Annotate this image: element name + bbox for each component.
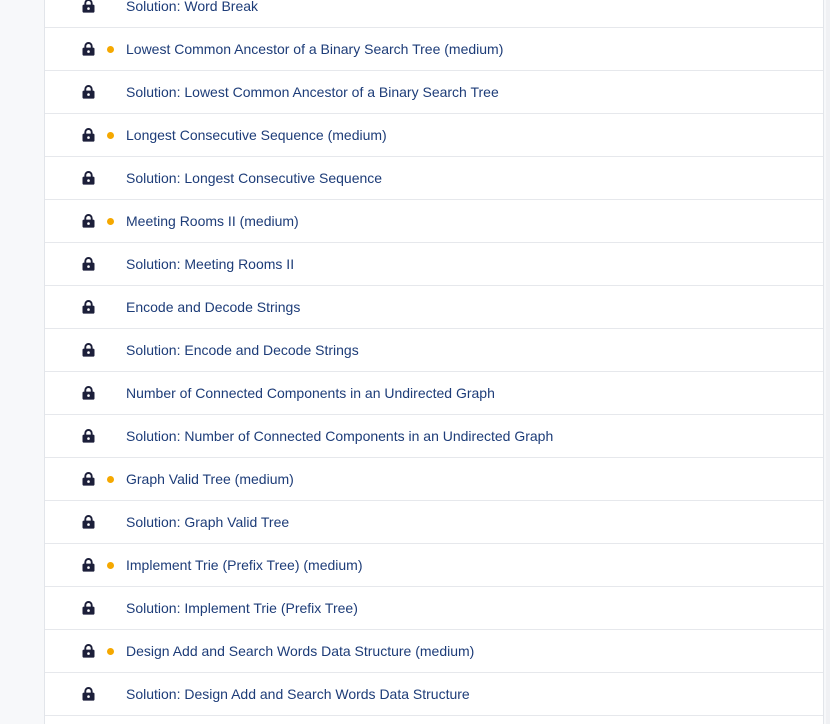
medium-difficulty-dot-icon (107, 132, 114, 139)
lesson-row[interactable]: Solution: Graph Valid Tree (45, 501, 823, 544)
lesson-row[interactable]: Encode and Decode Strings (45, 286, 823, 329)
lesson-row[interactable]: Solution: Lowest Common Ancestor of a Bi… (45, 71, 823, 114)
lesson-title-link[interactable]: Solution: Implement Trie (Prefix Tree) (126, 587, 358, 629)
lesson-row[interactable]: Solution: Encode and Decode Strings (45, 329, 823, 372)
lock-icon (82, 429, 95, 443)
lesson-row[interactable]: Solution: Word Break (45, 0, 823, 28)
lesson-title-link[interactable]: Meeting Rooms II (medium) (126, 200, 299, 242)
lesson-row[interactable]: Solution: Longest Consecutive Sequence (45, 157, 823, 200)
lesson-title-link[interactable]: Lowest Common Ancestor of a Binary Searc… (126, 28, 503, 70)
lock-icon (82, 42, 95, 56)
lock-icon (82, 601, 95, 615)
lock-icon (82, 343, 95, 357)
medium-difficulty-dot-icon (107, 562, 114, 569)
lesson-title-link[interactable]: Solution: Design Add and Search Words Da… (126, 673, 470, 715)
lesson-title-link[interactable]: Longest Consecutive Sequence (medium) (126, 114, 387, 156)
lesson-row[interactable]: Solution: Meeting Rooms II (45, 243, 823, 286)
lesson-title-link[interactable]: Solution: Number of Connected Components… (126, 415, 553, 457)
lesson-title-link[interactable]: Number of Connected Components in an Und… (126, 372, 495, 414)
lesson-title-link[interactable]: Solution: Word Break (126, 0, 258, 27)
lesson-title-link[interactable]: Solution: Lowest Common Ancestor of a Bi… (126, 71, 499, 113)
lesson-title-link[interactable]: Implement Trie (Prefix Tree) (medium) (126, 544, 363, 586)
lock-icon (82, 85, 95, 99)
lesson-row[interactable]: Design Add and Search Words Data Structu… (45, 630, 823, 673)
lesson-row[interactable]: Solution: Number of Connected Components… (45, 415, 823, 458)
lesson-row[interactable]: Lowest Common Ancestor of a Binary Searc… (45, 28, 823, 71)
lock-icon (82, 0, 95, 13)
page: Solution: Word Break Lowest Common Ancest… (0, 0, 830, 724)
lock-icon (82, 687, 95, 701)
lock-icon (82, 515, 95, 529)
lesson-row[interactable]: Meeting Rooms II (medium) (45, 200, 823, 243)
lesson-title-link[interactable]: Solution: Graph Valid Tree (126, 501, 289, 543)
lesson-row[interactable]: Implement Trie (Prefix Tree) (medium) (45, 544, 823, 587)
lesson-title-link[interactable]: Design Add and Search Words Data Structu… (126, 630, 474, 672)
medium-difficulty-dot-icon (107, 476, 114, 483)
lock-icon (82, 257, 95, 271)
lock-icon (82, 171, 95, 185)
lesson-row[interactable]: Solution: Implement Trie (Prefix Tree) (45, 587, 823, 630)
lesson-title-link[interactable]: Solution: Meeting Rooms II (126, 243, 294, 285)
lesson-row[interactable] (45, 716, 823, 724)
lesson-title-link[interactable]: Solution: Longest Consecutive Sequence (126, 157, 382, 199)
lesson-row[interactable]: Number of Connected Components in an Und… (45, 372, 823, 415)
lock-icon (82, 558, 95, 572)
medium-difficulty-dot-icon (107, 46, 114, 53)
lock-icon (82, 300, 95, 314)
lock-icon (82, 386, 95, 400)
medium-difficulty-dot-icon (107, 218, 114, 225)
lesson-title-link[interactable]: Encode and Decode Strings (126, 286, 300, 328)
lesson-list: Solution: Word Break Lowest Common Ancest… (44, 0, 824, 724)
lesson-title-link[interactable]: Solution: Encode and Decode Strings (126, 329, 359, 371)
medium-difficulty-dot-icon (107, 648, 114, 655)
lesson-row[interactable]: Graph Valid Tree (medium) (45, 458, 823, 501)
lock-icon (82, 214, 95, 228)
lock-icon (82, 128, 95, 142)
scrollbar[interactable] (826, 0, 830, 724)
lock-icon (82, 644, 95, 658)
lesson-row[interactable]: Solution: Design Add and Search Words Da… (45, 673, 823, 716)
lock-icon (82, 472, 95, 486)
lesson-title-link[interactable]: Graph Valid Tree (medium) (126, 458, 294, 500)
lesson-row[interactable]: Longest Consecutive Sequence (medium) (45, 114, 823, 157)
